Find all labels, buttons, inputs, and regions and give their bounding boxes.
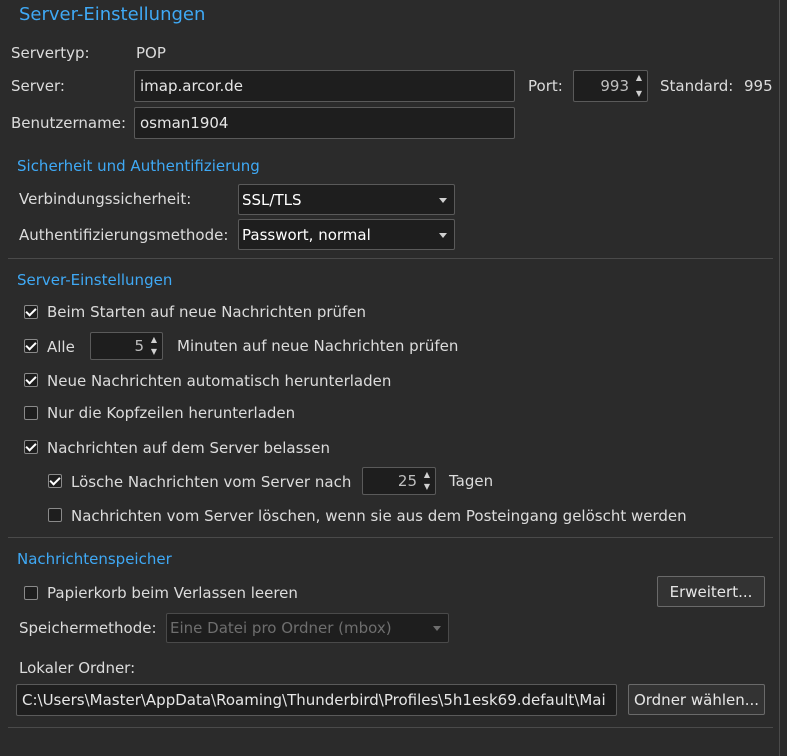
stepper-arrows-icon[interactable]: ▲ ▼: [633, 73, 645, 99]
stepper-arrows-icon[interactable]: ▲ ▼: [148, 335, 160, 357]
leave-on-server-label[interactable]: Nachrichten auf dem Server belassen: [47, 439, 330, 457]
storage-section-title: Nachrichtenspeicher: [17, 550, 172, 568]
delete-after-stepper[interactable]: 25 ▲ ▼: [362, 467, 436, 495]
auto-download-label[interactable]: Neue Nachrichten automatisch herunterlad…: [47, 372, 391, 390]
connection-security-select[interactable]: SSL/TLS: [238, 184, 455, 215]
delete-when-removed-checkbox[interactable]: [48, 508, 62, 522]
chevron-down-icon: [433, 626, 441, 631]
stepper-arrows-icon[interactable]: ▲ ▼: [421, 470, 433, 492]
advanced-button[interactable]: Erweitert...: [657, 576, 765, 607]
local-folder-label: Lokaler Ordner:: [19, 659, 136, 677]
default-port-label: Standard:: [660, 77, 734, 95]
check-every-suffix: Minuten auf neue Nachrichten prüfen: [177, 337, 459, 355]
settings-section-title: Server-Einstellungen: [17, 271, 173, 289]
divider: [8, 258, 773, 259]
username-input[interactable]: osman1904: [134, 107, 515, 139]
auto-download-checkbox[interactable]: [24, 373, 38, 387]
empty-trash-checkbox[interactable]: [24, 586, 38, 600]
leave-on-server-checkbox[interactable]: [24, 440, 38, 454]
check-interval-stepper[interactable]: 5 ▲ ▼: [90, 332, 163, 360]
delete-after-suffix: Tagen: [449, 472, 494, 490]
panel-border: [779, 0, 780, 756]
storage-method-value: Eine Datei pro Ordner (mbox): [170, 619, 392, 637]
security-section-title: Sicherheit und Authentifizierung: [17, 157, 260, 175]
storage-method-label: Speichermethode:: [19, 619, 157, 637]
default-port-value: 995: [744, 77, 773, 95]
check-on-start-checkbox[interactable]: [24, 305, 38, 319]
server-type-value: POP: [136, 44, 166, 62]
connection-security-label: Verbindungssicherheit:: [19, 190, 192, 208]
headers-only-checkbox[interactable]: [24, 406, 38, 420]
divider: [8, 537, 773, 538]
local-folder-input[interactable]: C:\Users\Master\AppData\Roaming\Thunderb…: [16, 684, 617, 716]
check-every-checkbox[interactable]: [24, 339, 38, 353]
empty-trash-label[interactable]: Papierkorb beim Verlassen leeren: [47, 584, 298, 602]
auth-method-select[interactable]: Passwort, normal: [238, 219, 455, 250]
delete-after-prefix[interactable]: Lösche Nachrichten vom Server nach: [71, 473, 351, 491]
check-on-start-label[interactable]: Beim Starten auf neue Nachrichten prüfen: [47, 303, 366, 321]
storage-method-select: Eine Datei pro Ordner (mbox): [166, 613, 449, 643]
page-title: Server-Einstellungen: [19, 4, 206, 25]
server-label: Server:: [11, 77, 65, 95]
auth-method-label: Authentifizierungsmethode:: [19, 226, 229, 244]
divider: [8, 727, 773, 728]
port-label: Port:: [528, 77, 563, 95]
chevron-down-icon: [439, 232, 447, 238]
auth-method-value: Passwort, normal: [242, 225, 371, 244]
check-every-prefix[interactable]: Alle: [47, 338, 75, 356]
server-input[interactable]: imap.arcor.de: [134, 70, 515, 102]
headers-only-label[interactable]: Nur die Kopfzeilen herunterladen: [47, 404, 295, 422]
chevron-down-icon: [439, 197, 447, 203]
choose-folder-button[interactable]: Ordner wählen...: [628, 684, 765, 715]
server-type-label: Servertyp:: [11, 44, 90, 62]
delete-when-removed-label[interactable]: Nachrichten vom Server löschen, wenn sie…: [71, 507, 687, 525]
port-stepper[interactable]: 993 ▲ ▼: [573, 70, 648, 102]
username-label: Benutzername:: [11, 114, 127, 132]
delete-after-checkbox[interactable]: [48, 474, 62, 488]
connection-security-value: SSL/TLS: [242, 190, 302, 209]
